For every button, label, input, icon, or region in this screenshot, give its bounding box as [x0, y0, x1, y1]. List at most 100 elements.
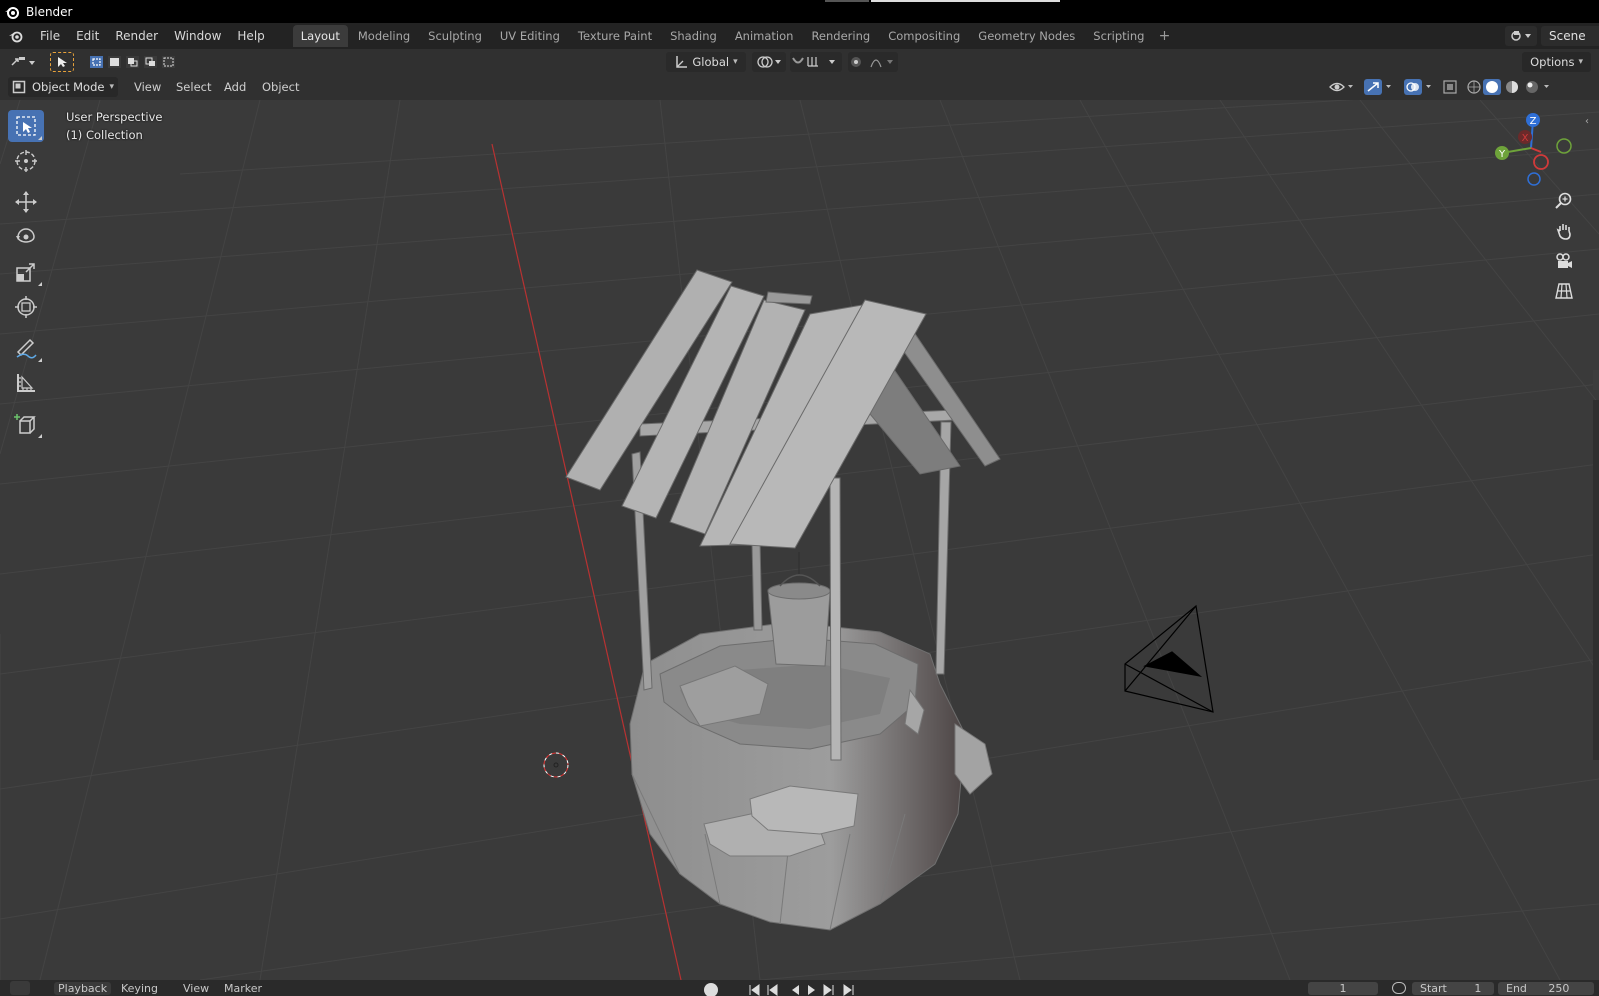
- menu-add[interactable]: Add: [218, 77, 252, 97]
- keying-menu[interactable]: Keying: [121, 982, 158, 995]
- rotate-tool[interactable]: [8, 221, 44, 253]
- gizmo-neg-z-axis[interactable]: [1527, 172, 1541, 186]
- proportional-editing-group[interactable]: [848, 52, 898, 72]
- menu-help[interactable]: Help: [229, 26, 272, 46]
- cursor-icon: [15, 150, 37, 172]
- viewport-scene: [0, 100, 1599, 980]
- marker-menu[interactable]: Marker: [224, 982, 262, 995]
- orientation-label: Global: [692, 55, 730, 69]
- menu-view[interactable]: View: [128, 77, 167, 97]
- viewport-header: Object Mode ▾ View Select Add Object: [0, 74, 1599, 100]
- scene-name-field[interactable]: Scene: [1541, 26, 1599, 46]
- rotate-icon: [16, 228, 35, 243]
- menu-window[interactable]: Window: [166, 26, 229, 46]
- tab-scripting[interactable]: Scripting: [1085, 25, 1152, 47]
- annotate-icon: [16, 338, 37, 359]
- gizmo-x-label: X: [1522, 133, 1529, 144]
- playback-menu[interactable]: Playback: [54, 982, 112, 995]
- tab-texture-paint[interactable]: Texture Paint: [570, 25, 660, 47]
- end-label: End: [1506, 982, 1527, 995]
- tool-options-corner: [38, 434, 42, 438]
- tab-rendering[interactable]: Rendering: [803, 25, 878, 47]
- proportional-editing-icon: [851, 57, 893, 68]
- options-dropdown[interactable]: Options ▾: [1522, 52, 1591, 72]
- orientation-icon: [676, 56, 688, 68]
- tool-options-corner: [38, 282, 42, 286]
- end-frame-field[interactable]: End 250: [1498, 982, 1594, 995]
- gizmo-neg-y-axis[interactable]: [1556, 138, 1572, 154]
- start-frame-field[interactable]: Start 1: [1412, 982, 1494, 995]
- move-icon: [15, 191, 37, 213]
- snap-icon: [792, 57, 835, 67]
- snapping-group[interactable]: [790, 52, 842, 72]
- end-value: 250: [1548, 982, 1570, 995]
- gizmo-x-axis[interactable]: [1533, 154, 1549, 170]
- tool-shelf: [8, 110, 48, 443]
- annotate-tool[interactable]: [8, 332, 44, 364]
- blender-logo-icon: [5, 6, 19, 19]
- tab-uv-editing[interactable]: UV Editing: [492, 25, 568, 47]
- well-object[interactable]: [565, 269, 1001, 931]
- object-mode-dropdown[interactable]: Object Mode ▾: [8, 77, 118, 97]
- measure-tool[interactable]: [8, 367, 44, 399]
- chevron-down-icon: ▾: [733, 57, 738, 67]
- top-bar: File Edit Render Window Help Layout Mode…: [0, 23, 1599, 49]
- menu-edit[interactable]: Edit: [68, 26, 107, 46]
- sidebar-toggle-icon[interactable]: ‹: [1585, 116, 1589, 127]
- select-box-tool[interactable]: [8, 110, 44, 142]
- transform-icon: [15, 296, 37, 318]
- selection-mode-icons[interactable]: [88, 53, 184, 71]
- tab-animation[interactable]: Animation: [727, 25, 802, 47]
- properties-tabs-strip[interactable]: [1593, 400, 1599, 760]
- tab-shading[interactable]: Shading: [662, 25, 725, 47]
- 3d-cursor[interactable]: [543, 752, 569, 778]
- tab-modeling[interactable]: Modeling: [350, 25, 418, 47]
- sidebar-tab[interactable]: [1593, 370, 1599, 390]
- menu-file[interactable]: File: [32, 26, 68, 46]
- workspace-tabs: Layout Modeling Sculpting UV Editing Tex…: [292, 25, 1175, 47]
- move-tool[interactable]: [8, 186, 44, 218]
- perspective-toggle-button[interactable]: [1551, 278, 1577, 304]
- navigation-gizmo[interactable]: Z X Y: [1489, 110, 1579, 200]
- scene-icon: [1511, 31, 1531, 41]
- options-label: Options: [1530, 55, 1575, 69]
- pivot-point-dropdown[interactable]: [752, 52, 786, 72]
- collection-label: (1) Collection: [66, 128, 143, 142]
- blender-menu-button[interactable]: [0, 23, 32, 49]
- tab-sculpting[interactable]: Sculpting: [420, 25, 490, 47]
- add-cube-tool[interactable]: [8, 408, 44, 440]
- stopwatch-icon[interactable]: [1392, 982, 1406, 994]
- zoom-button[interactable]: [1551, 188, 1577, 214]
- playback-controls[interactable]: [748, 983, 864, 996]
- add-workspace-button[interactable]: +: [1154, 26, 1174, 46]
- camera-view-button[interactable]: [1551, 248, 1577, 274]
- titlebar-tab-fragment-active: [871, 0, 1060, 2]
- editor-type-button[interactable]: [6, 52, 40, 72]
- timeline-view-menu[interactable]: View: [183, 982, 209, 995]
- menu-select[interactable]: Select: [170, 77, 217, 97]
- titlebar-tab-fragment: [825, 0, 869, 2]
- menu-object[interactable]: Object: [256, 77, 305, 97]
- record-button[interactable]: [704, 983, 718, 996]
- tab-geometry-nodes[interactable]: Geometry Nodes: [970, 25, 1083, 47]
- pan-button[interactable]: [1551, 218, 1577, 244]
- viewport-shading-controls[interactable]: [1328, 78, 1590, 96]
- 3d-viewport[interactable]: User Perspective (1) Collection Z X Y ‹: [0, 100, 1599, 980]
- title-bar: Blender: [0, 0, 1599, 23]
- tab-compositing[interactable]: Compositing: [880, 25, 968, 47]
- camera-icon: [1556, 253, 1572, 268]
- scale-icon: [16, 263, 35, 282]
- menu-render[interactable]: Render: [107, 26, 166, 46]
- tab-layout[interactable]: Layout: [292, 25, 348, 47]
- object-mode-icon: [12, 80, 26, 94]
- editor-type-icon: [11, 57, 35, 66]
- current-frame-field[interactable]: 1: [1308, 982, 1378, 995]
- cursor-tool[interactable]: [8, 145, 44, 177]
- transform-orientation-dropdown[interactable]: Global ▾: [666, 52, 746, 72]
- object-mode-label: Object Mode: [32, 80, 105, 94]
- scale-tool[interactable]: [8, 256, 44, 288]
- timeline-editor-type-button[interactable]: [10, 981, 30, 995]
- scene-browse-button[interactable]: [1505, 26, 1537, 46]
- select-box-tool-button[interactable]: [50, 52, 74, 72]
- transform-tool[interactable]: [8, 291, 44, 323]
